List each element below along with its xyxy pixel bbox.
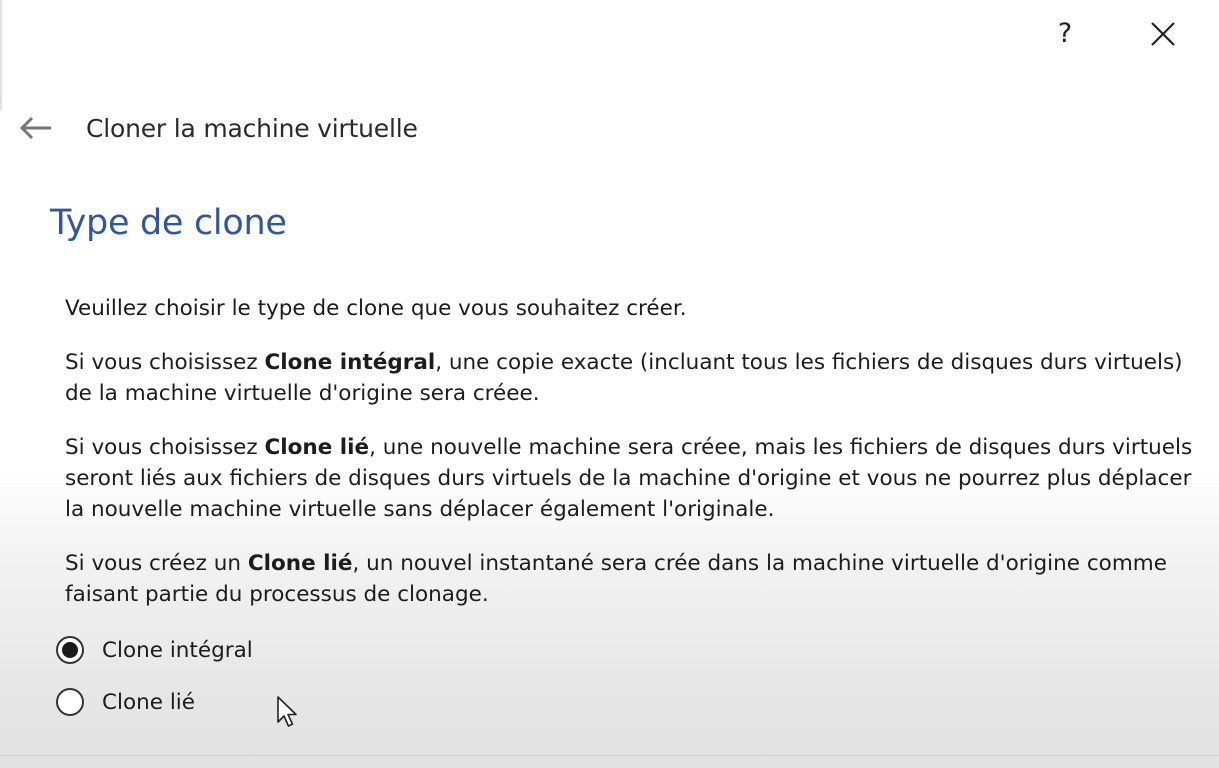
snapshot-paragraph: Si vous créez un Clone lié, un nouvel in… bbox=[65, 551, 1167, 607]
page-title: Type de clone bbox=[50, 203, 287, 243]
option-full-clone[interactable]: Clone intégral bbox=[56, 632, 253, 668]
back-button[interactable] bbox=[18, 110, 54, 146]
close-button[interactable] bbox=[1143, 14, 1183, 54]
footer-divider bbox=[0, 755, 1219, 756]
option-label: Clone intégral bbox=[102, 637, 253, 663]
radio-linked-clone[interactable] bbox=[56, 688, 84, 716]
option-label: Clone lié bbox=[102, 689, 196, 715]
arrow-left-icon bbox=[19, 116, 51, 140]
window-edge bbox=[0, 0, 2, 110]
radio-selected-dot bbox=[62, 642, 78, 658]
full-clone-paragraph: Si vous choisissez Clone intégral, une c… bbox=[65, 350, 1183, 406]
intro-paragraph: Veuillez choisir le type de clone que vo… bbox=[65, 296, 687, 321]
description-text: Veuillez choisir le type de clone que vo… bbox=[65, 293, 1195, 633]
wizard-title: Cloner la machine virtuelle bbox=[86, 113, 418, 143]
title-bar-controls: ? bbox=[1051, 14, 1183, 54]
radio-full-clone[interactable] bbox=[56, 636, 84, 664]
option-linked-clone[interactable]: Clone lié bbox=[56, 684, 253, 720]
wizard-header: Cloner la machine virtuelle bbox=[18, 110, 418, 146]
help-button[interactable]: ? bbox=[1051, 14, 1079, 54]
linked-clone-paragraph: Si vous choisissez Clone lié, une nouvel… bbox=[65, 435, 1193, 522]
clone-type-options: Clone intégral Clone lié bbox=[56, 632, 253, 736]
close-icon bbox=[1151, 22, 1175, 46]
mouse-pointer-icon bbox=[277, 696, 297, 727]
